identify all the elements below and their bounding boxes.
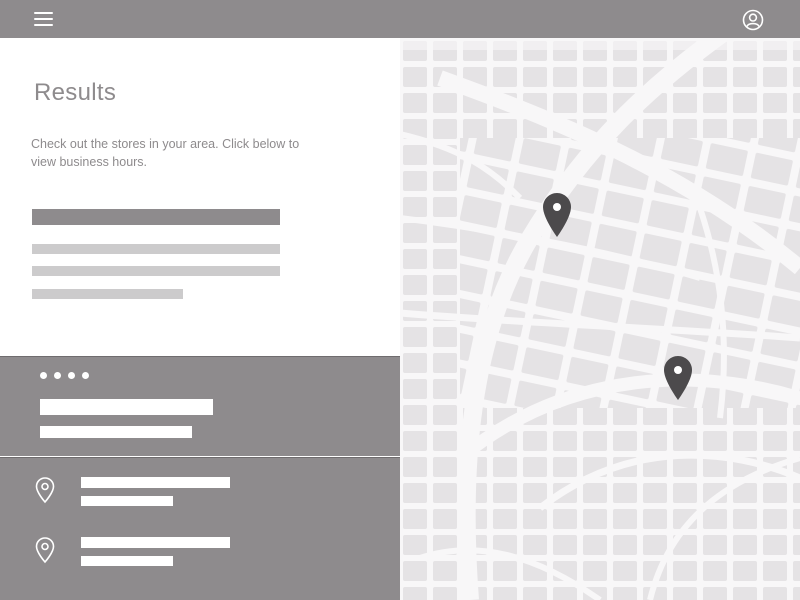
store-list-item[interactable] xyxy=(0,473,400,518)
carousel-dot[interactable] xyxy=(68,372,75,379)
store-name-placeholder xyxy=(40,399,213,415)
store-address-placeholder xyxy=(81,556,173,566)
hamburger-menu-icon[interactable] xyxy=(34,11,54,27)
map-marker-icon[interactable] xyxy=(541,192,573,238)
carousel-dot[interactable] xyxy=(82,372,89,379)
top-bar xyxy=(0,0,800,38)
carousel-dot[interactable] xyxy=(40,372,47,379)
content-placeholder-line xyxy=(32,244,280,254)
user-profile-icon[interactable] xyxy=(742,9,764,31)
location-pin-outline-icon xyxy=(35,477,55,504)
page-title: Results xyxy=(34,79,117,106)
store-name-placeholder xyxy=(81,477,230,488)
store-list-item[interactable] xyxy=(0,533,400,578)
map-marker-icon[interactable] xyxy=(662,355,694,401)
store-address-placeholder xyxy=(81,496,173,506)
store-map[interactable] xyxy=(400,38,800,600)
results-description: Check out the stores in your area. Click… xyxy=(31,137,300,169)
store-list xyxy=(0,457,400,600)
content-placeholder-heading xyxy=(32,209,280,225)
featured-store-card[interactable] xyxy=(0,356,400,456)
content-placeholder-line xyxy=(32,289,183,299)
location-pin-outline-icon xyxy=(35,537,55,564)
carousel-dot[interactable] xyxy=(54,372,61,379)
store-name-placeholder xyxy=(81,537,230,548)
store-detail-placeholder xyxy=(40,426,192,438)
results-panel: Results Check out the stores in your are… xyxy=(0,38,400,356)
map-street-grid xyxy=(400,38,800,600)
content-placeholder-line xyxy=(32,266,280,276)
